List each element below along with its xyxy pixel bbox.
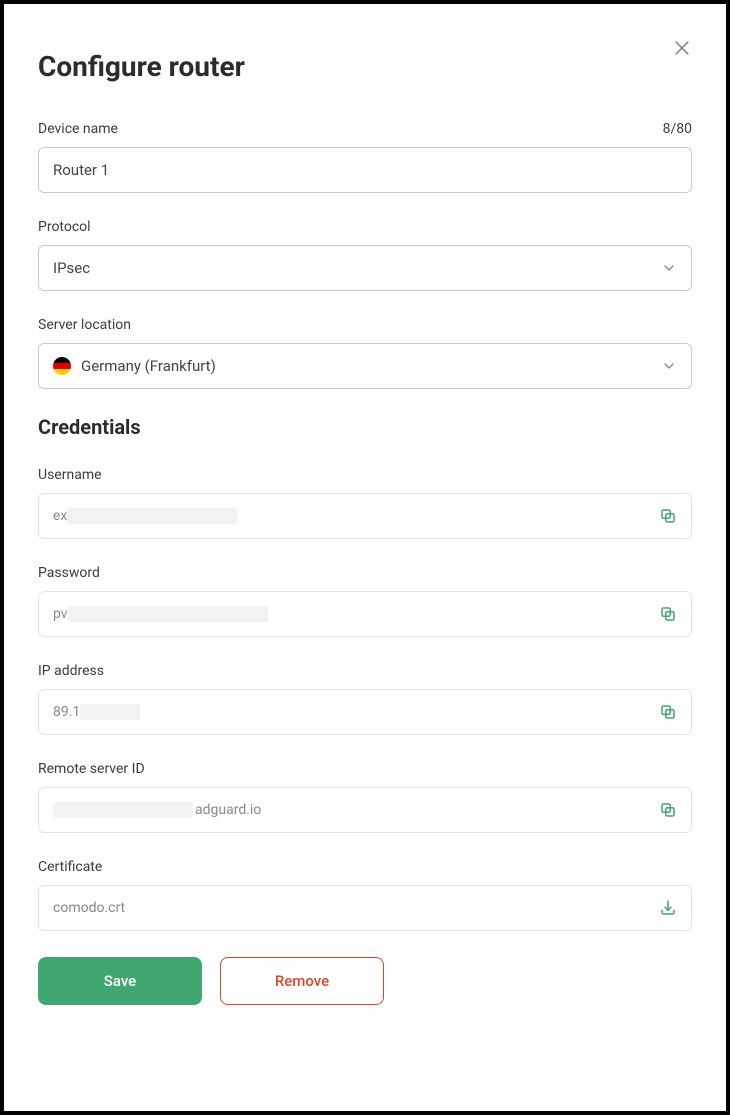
location-field: Server location Germany (Frankfurt)	[38, 317, 692, 389]
credentials-heading: Credentials	[38, 415, 692, 439]
device-name-field: Device name 8/80	[38, 121, 692, 193]
password-prefix: pv	[53, 606, 68, 622]
device-name-counter: 8/80	[663, 121, 692, 137]
page-title: Configure router	[38, 50, 692, 83]
remote-suffix: adguard.io	[195, 802, 261, 818]
germany-flag-icon	[53, 357, 71, 375]
location-select[interactable]: Germany (Frankfurt)	[38, 343, 692, 389]
ip-prefix: 89.1	[53, 704, 80, 720]
location-label: Server location	[38, 317, 131, 333]
copy-icon[interactable]	[659, 703, 677, 721]
username-masked	[67, 508, 237, 524]
chevron-down-icon	[661, 358, 677, 374]
username-label: Username	[38, 467, 102, 483]
username-prefix: ex	[53, 508, 67, 524]
remove-button[interactable]: Remove	[220, 957, 384, 1005]
username-box: ex	[38, 493, 692, 539]
device-name-input-wrap	[38, 147, 692, 193]
password-box: pv	[38, 591, 692, 637]
protocol-value: IPsec	[53, 259, 90, 277]
device-name-input[interactable]	[53, 161, 677, 179]
password-field: Password pv	[38, 565, 692, 637]
password-label: Password	[38, 565, 100, 581]
chevron-down-icon	[661, 260, 677, 276]
save-button[interactable]: Save	[38, 957, 202, 1005]
dialog-frame: Configure router Device name 8/80 Protoc…	[0, 0, 730, 1115]
certificate-box: comodo.crt	[38, 885, 692, 931]
remote-masked	[53, 802, 193, 818]
remote-field: Remote server ID adguard.io	[38, 761, 692, 833]
remote-label: Remote server ID	[38, 761, 145, 777]
ip-field: IP address 89.1	[38, 663, 692, 735]
ip-label: IP address	[38, 663, 104, 679]
ip-masked	[80, 704, 140, 720]
ip-box: 89.1	[38, 689, 692, 735]
certificate-field: Certificate comodo.crt	[38, 859, 692, 931]
location-value: Germany (Frankfurt)	[81, 357, 216, 375]
protocol-label: Protocol	[38, 219, 91, 235]
certificate-value: comodo.crt	[53, 900, 125, 916]
copy-icon[interactable]	[659, 605, 677, 623]
password-masked	[68, 606, 268, 622]
download-icon[interactable]	[659, 899, 677, 917]
protocol-select[interactable]: IPsec	[38, 245, 692, 291]
action-bar: Save Remove	[38, 957, 692, 1005]
copy-icon[interactable]	[659, 507, 677, 525]
close-icon[interactable]	[672, 38, 692, 62]
protocol-field: Protocol IPsec	[38, 219, 692, 291]
remote-box: adguard.io	[38, 787, 692, 833]
username-field: Username ex	[38, 467, 692, 539]
copy-icon[interactable]	[659, 801, 677, 819]
device-name-label: Device name	[38, 121, 118, 137]
certificate-label: Certificate	[38, 859, 102, 875]
